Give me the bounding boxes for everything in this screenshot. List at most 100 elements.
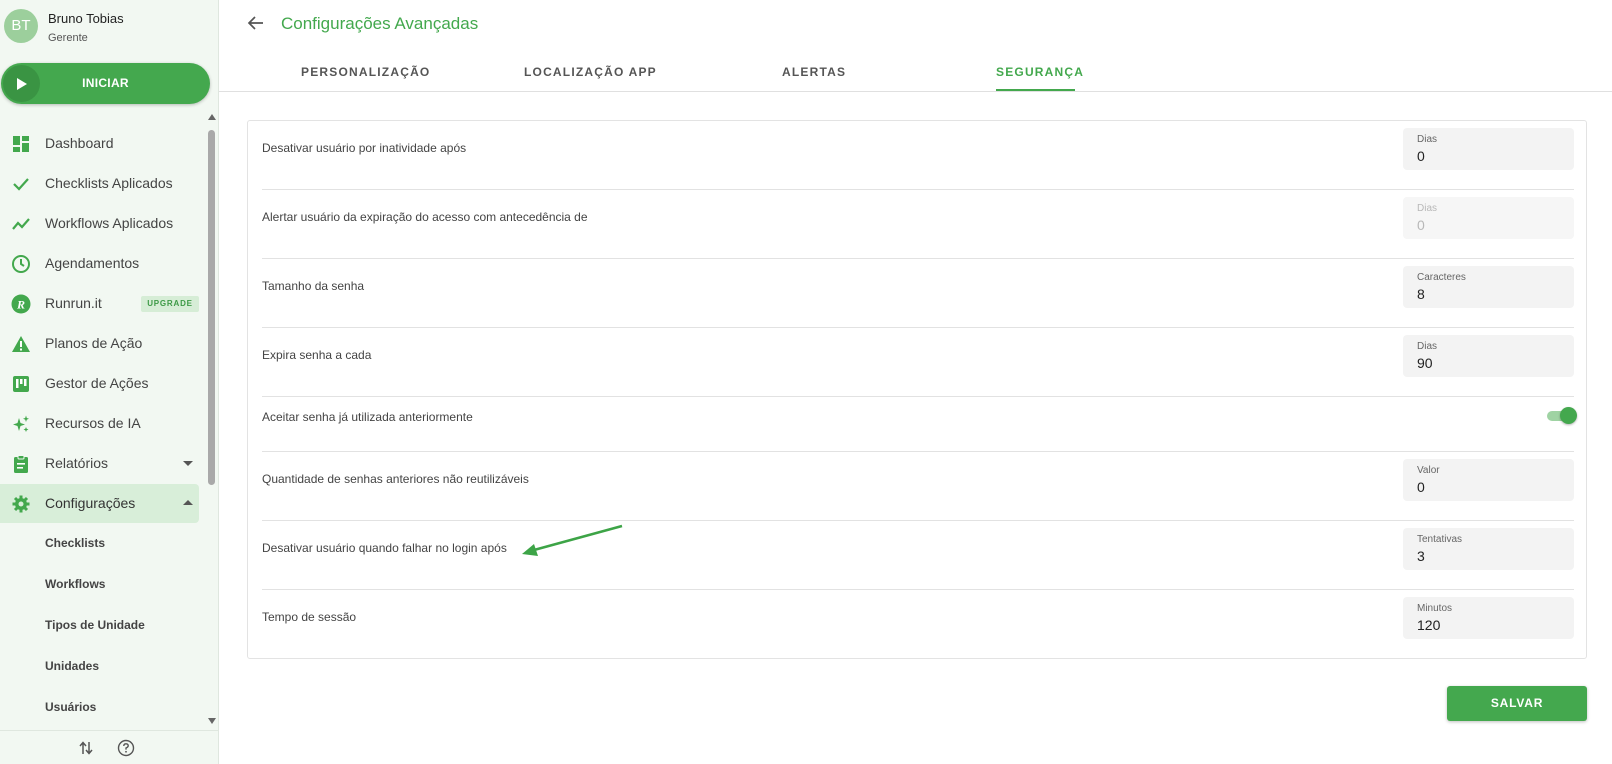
sidebar-item-workflows-aplicados[interactable]: Workflows Aplicados [0, 204, 199, 243]
field-value: 0 [1417, 148, 1425, 164]
scrollbar-thumb[interactable] [208, 130, 215, 485]
session-time-field[interactable]: Minutos 120 [1403, 597, 1574, 639]
field-value: 0 [1417, 479, 1425, 495]
sidebar-item-label: Runrun.it [45, 295, 102, 311]
field-caption: Caracteres [1417, 272, 1466, 283]
login-attempts-field[interactable]: Tentativas 3 [1403, 528, 1574, 570]
upgrade-badge[interactable]: UPGRADE [141, 296, 199, 312]
password-length-field[interactable]: Caracteres 8 [1403, 266, 1574, 308]
sidebar-item-planos-de-acao[interactable]: Planos de Ação [0, 324, 199, 363]
field-caption: Dias [1417, 341, 1438, 352]
sidebar-footer [0, 730, 218, 764]
divider [262, 520, 1574, 521]
sidebar-item-label: Recursos de IA [45, 415, 141, 431]
sidebar-item-relatorios[interactable]: Relatórios [0, 444, 199, 483]
tab-localizacao-app[interactable]: LOCALIZAÇÃO APP [524, 65, 657, 79]
setting-label: Expira senha a cada [262, 348, 372, 362]
sort-arrows-icon[interactable] [79, 740, 93, 756]
chevron-down-icon [183, 461, 193, 466]
tab-alertas[interactable]: ALERTAS [782, 65, 846, 79]
sidebar-item-label: Configurações [45, 495, 136, 511]
sidebar-item-recursos-de-ia[interactable]: Recursos de IA [0, 404, 199, 443]
start-button-label: INICIAR [82, 76, 129, 90]
user-name: Bruno Tobias [48, 11, 124, 26]
save-button[interactable]: SALVAR [1447, 686, 1587, 721]
divider [262, 189, 1574, 190]
user-role: Gerente [48, 32, 88, 44]
password-expiry-field[interactable]: Dias 90 [1403, 335, 1574, 377]
toggle-thumb [1560, 407, 1577, 424]
tab-seguranca[interactable]: SEGURANÇA [996, 65, 1084, 79]
sparkles-icon [13, 415, 29, 432]
field-value: 3 [1417, 548, 1425, 564]
tab-bar: PERSONALIZAÇÃO LOCALIZAÇÃO APP ALERTAS S… [219, 54, 1612, 92]
sidebar-nav: Dashboard Checklists Aplicados Workflows… [0, 118, 206, 726]
tab-personalizacao[interactable]: PERSONALIZAÇÃO [301, 65, 430, 79]
runrun-logo-icon: R [11, 294, 31, 314]
sidebar-item-configuracoes[interactable]: Configurações [0, 484, 199, 523]
divider [262, 589, 1574, 590]
setting-label: Tempo de sessão [262, 610, 357, 624]
sidebar-scrollbar[interactable] [206, 114, 217, 730]
sidebar-subitem-label: Checklists [45, 536, 106, 550]
sidebar-item-label: Agendamentos [45, 255, 140, 271]
sidebar-subitem-unidades[interactable]: Unidades [0, 647, 199, 685]
active-tab-indicator [996, 89, 1075, 91]
sidebar-subitem-label: Usuários [45, 700, 97, 714]
setting-label: Desativar usuário por inatividade após [262, 141, 467, 155]
setting-label: Tamanho da senha [262, 279, 365, 293]
field-value: 8 [1417, 286, 1425, 302]
clock-icon [12, 255, 30, 273]
sidebar-subitem-workflows[interactable]: Workflows [0, 565, 199, 603]
svg-text:R: R [16, 298, 25, 312]
sidebar-subitem-usuarios[interactable]: Usuários [0, 688, 199, 726]
gear-icon [12, 495, 30, 513]
sidebar-subitem-label: Workflows [45, 577, 106, 591]
scroll-down-arrow-icon[interactable] [208, 718, 216, 724]
sidebar-item-checklists-aplicados[interactable]: Checklists Aplicados [0, 164, 199, 203]
divider [262, 451, 1574, 452]
annotation-arrow-icon [522, 524, 623, 556]
setting-label: Aceitar senha já utilizada anteriormente [262, 410, 473, 424]
expiration-alert-days-field: Dias 0 [1403, 197, 1574, 239]
password-history-field[interactable]: Valor 0 [1403, 459, 1574, 501]
inactivity-days-field[interactable]: Dias 0 [1403, 128, 1574, 170]
sidebar: BT Bruno Tobias Gerente INICIAR Dashboar… [0, 0, 219, 764]
sidebar-item-dashboard[interactable]: Dashboard [0, 124, 199, 163]
divider [262, 327, 1574, 328]
sidebar-subitem-label: Tipos de Unidade [45, 618, 145, 632]
reuse-password-toggle[interactable] [1545, 406, 1577, 426]
kanban-icon [13, 376, 29, 392]
chevron-up-icon [183, 500, 193, 505]
field-caption: Valor [1417, 465, 1440, 476]
sidebar-subitem-label: Unidades [45, 659, 100, 673]
warning-icon [12, 336, 30, 352]
help-icon[interactable] [117, 739, 135, 757]
scroll-up-arrow-icon[interactable] [208, 114, 216, 120]
sidebar-item-label: Workflows Aplicados [45, 215, 174, 231]
setting-label: Alertar usuário da expiração do acesso c… [262, 210, 588, 224]
page-title: Configurações Avançadas [281, 14, 479, 33]
sidebar-item-label: Relatórios [45, 455, 109, 471]
back-arrow-icon[interactable] [247, 14, 265, 32]
field-caption: Dias [1417, 203, 1438, 214]
clipboard-icon [14, 455, 28, 473]
sidebar-subitem-checklists[interactable]: Checklists [0, 524, 199, 562]
check-icon [13, 178, 29, 191]
sidebar-item-label: Dashboard [45, 135, 114, 151]
field-value: 0 [1417, 217, 1425, 233]
sidebar-item-agendamentos[interactable]: Agendamentos [0, 244, 199, 283]
security-settings-panel: Desativar usuário por inatividade após D… [247, 120, 1587, 659]
sidebar-item-gestor-de-acoes[interactable]: Gestor de Ações [0, 364, 199, 403]
dashboard-icon [13, 136, 29, 152]
start-button[interactable]: INICIAR [1, 63, 210, 104]
field-caption: Minutos [1417, 603, 1453, 614]
setting-label: Quantidade de senhas anteriores não reut… [262, 472, 529, 486]
user-profile[interactable]: BT Bruno Tobias Gerente [0, 0, 218, 54]
setting-label: Desativar usuário quando falhar no login… [262, 541, 507, 555]
sidebar-item-runrun[interactable]: R Runrun.it UPGRADE [0, 284, 199, 323]
sidebar-item-label: Gestor de Ações [45, 375, 149, 391]
field-value: 120 [1417, 617, 1441, 633]
sidebar-subitem-tipos-de-unidade[interactable]: Tipos de Unidade [0, 606, 199, 644]
avatar: BT [4, 9, 38, 43]
